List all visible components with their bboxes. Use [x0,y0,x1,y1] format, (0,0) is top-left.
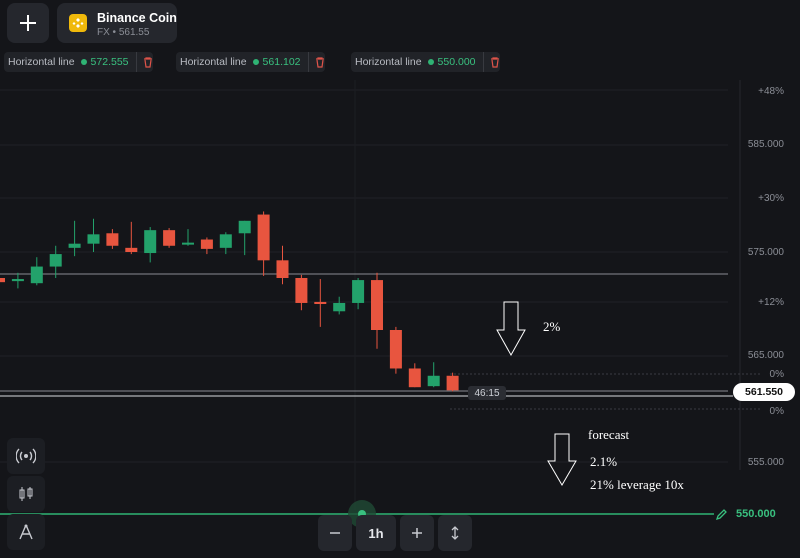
candle-body [68,243,81,248]
candle-body [389,330,402,369]
candles-icon [19,487,33,501]
candle-body [0,278,5,283]
candle-body [49,254,62,267]
plus-icon [412,528,422,538]
candle [30,257,43,286]
zoom-in-button[interactable] [400,515,434,551]
axis-label: 565.000 [747,350,784,361]
axis-label: +30% [758,193,784,204]
price-chart[interactable] [0,0,800,558]
chart-grid [0,80,741,510]
candle [257,211,270,276]
signal-icon [16,448,36,464]
drawing-tools-icon [19,524,33,540]
candle-body [238,220,251,234]
candle [371,272,383,349]
annotation-2-1pct: 2.1% [590,454,618,469]
candle-body [125,247,138,252]
vertical-resize-icon [451,526,459,540]
axis-label: 0% [769,406,784,417]
candle-body [333,302,346,312]
candle [389,326,402,374]
candle-body [427,375,440,387]
axis-label: 555.000 [747,457,784,468]
candle-body [295,278,308,303]
candle-body [408,368,421,388]
candle [408,363,421,388]
timeframe-button[interactable]: 1h [356,515,396,551]
axis-label: +48% [758,86,784,97]
candle [106,229,119,249]
candle [68,220,81,257]
zoom-out-button[interactable] [318,515,352,551]
candles-group [0,211,459,392]
candle [144,227,157,263]
axis-label: 575.000 [747,247,784,258]
candle [314,279,327,327]
signals-button[interactable] [7,438,45,474]
candle [333,296,346,315]
candle-body [30,266,43,284]
axis-label: 0% [769,369,784,380]
down-arrow-annotation-2 [547,433,577,486]
axis-label: 585.000 [747,139,784,150]
candle [219,232,232,255]
annotation-leverage: 21% leverage 10x [590,477,684,492]
candle-body [11,279,24,282]
candle [295,274,308,311]
candle-body [87,234,100,244]
candle [87,218,100,252]
candle [49,245,62,278]
candle-body [276,260,289,278]
candle-body [200,239,213,249]
candle [238,220,251,256]
candle [125,221,138,255]
candle-timer: 46:15 [468,386,506,400]
target-line-label[interactable]: 550.000 [715,505,776,523]
vertical-scale-button[interactable] [438,515,472,551]
candle-body [257,214,270,261]
candle [182,229,194,246]
annotation-forecast: forecast [588,427,630,442]
current-price-badge: 561.550 [733,383,795,401]
candle [0,278,5,283]
axis-label: +12% [758,297,784,308]
candle-body [163,230,176,246]
down-arrow-annotation-1 [496,301,526,357]
candle-body [144,230,157,254]
candle [11,272,24,289]
candle [163,228,176,248]
candle-body [352,280,365,303]
drawing-tools-button[interactable] [7,514,45,550]
candle-body [219,234,232,248]
annotation-2pct: 2% [543,319,561,334]
chart-type-button[interactable] [7,476,45,512]
candle-body [314,301,327,304]
candle-body [106,233,119,246]
candle [446,372,459,392]
candle-body [182,242,194,245]
candle-body [446,375,459,391]
candle-body [371,280,383,330]
candle [427,362,440,388]
candle [352,278,365,310]
minus-icon [330,532,340,534]
pencil-icon [715,508,727,520]
